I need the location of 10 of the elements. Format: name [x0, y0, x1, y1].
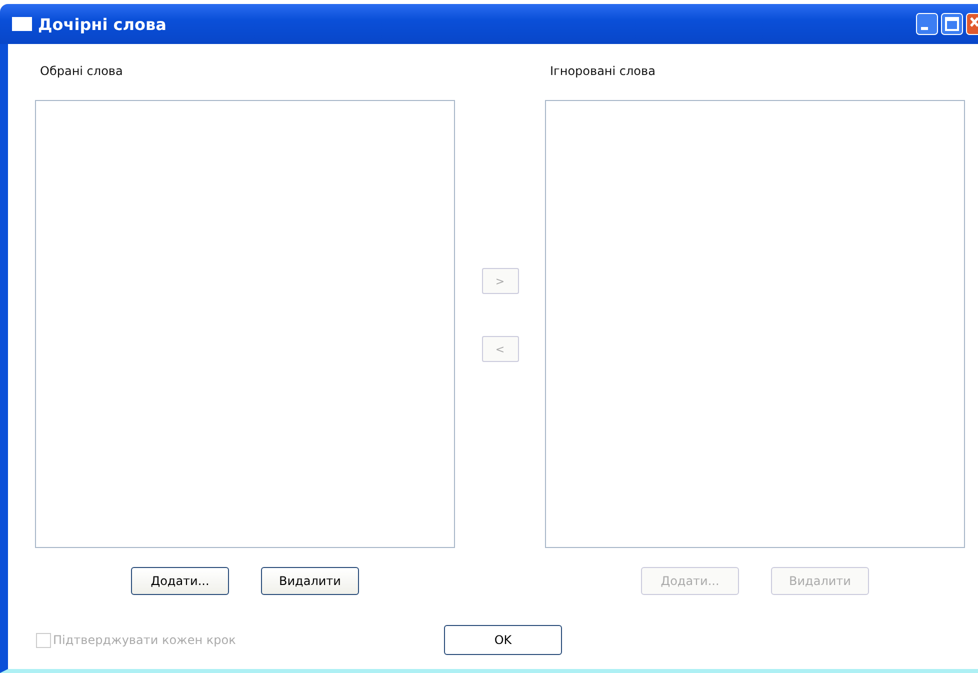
close-icon[interactable] [966, 13, 978, 35]
list-button[interactable]: Додати... [131, 567, 229, 595]
list-label: Обрані слова [40, 64, 124, 80]
minimize-icon[interactable] [916, 13, 938, 35]
maximize-icon[interactable] [941, 13, 963, 35]
ok-button[interactable]: OK [444, 625, 562, 655]
window-icon [12, 17, 32, 31]
list-button[interactable]: Видалити [261, 567, 359, 595]
list-label: Ігноровані слова [550, 64, 656, 80]
window-title: Дочірні слова [38, 14, 166, 34]
